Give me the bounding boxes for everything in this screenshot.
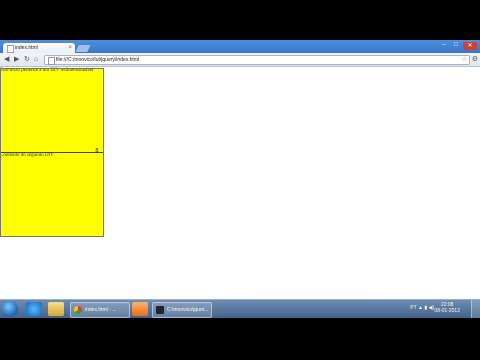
bookmark-star-icon[interactable]: ☆ (462, 56, 467, 64)
explorer-folder-icon[interactable] (48, 302, 64, 316)
reload-icon[interactable]: ↻ (24, 55, 30, 64)
back-icon[interactable]: ◀ (4, 55, 9, 64)
resizable-div: Este texto pertence a um DIV redimension… (0, 68, 104, 152)
home-icon[interactable]: ⌂ (34, 55, 38, 64)
browser-tab[interactable]: index.html × (3, 43, 75, 53)
clock-date: 08-01-2012 (434, 308, 460, 314)
tray-icons[interactable]: PT ▲ ▮ ◀) (410, 305, 434, 311)
minimize-icon[interactable]: – (443, 42, 446, 48)
taskbar-chrome-button[interactable]: index.html - ... (70, 302, 130, 318)
tab-title: index.html (15, 45, 38, 51)
page-content: Este texto pertence a um DIV redimension… (0, 67, 480, 299)
media-player-icon[interactable] (132, 302, 148, 316)
div2-text: Conteúdo do segundo DIV (0, 153, 54, 158)
clock[interactable]: 22:08 08-01-2012 (434, 302, 460, 314)
page-icon (7, 45, 14, 53)
div1-text: Este texto pertence a um DIV redimension… (0, 68, 94, 73)
page-icon (48, 57, 55, 65)
browser-toolbar: ◀ ▶ ↻ ⌂ file:///C:/moovico/tut/jquery/in… (0, 53, 480, 67)
taskbar-cmd-button[interactable]: C:\moovico\jquer... (152, 302, 212, 318)
internet-explorer-icon[interactable] (26, 302, 42, 316)
tab-close-icon[interactable]: × (68, 43, 72, 53)
new-tab-button[interactable] (75, 45, 91, 52)
second-div: Conteúdo do segundo DIV (0, 153, 104, 237)
show-desktop-button[interactable] (471, 300, 480, 318)
address-bar[interactable]: file:///C:/moovico/tut/jquery/index.html… (44, 55, 470, 65)
forward-icon[interactable]: ▶ (14, 55, 19, 64)
screen: index.html × – □ ✕ ◀ ▶ ↻ ⌂ file:///C:/mo… (0, 40, 480, 318)
start-button[interactable] (2, 301, 18, 317)
wrench-menu-icon[interactable]: ⚙ (472, 55, 478, 63)
url-text: file:///C:/moovico/tut/jquery/index.html (56, 57, 140, 63)
close-window-icon[interactable]: ✕ (463, 42, 477, 50)
taskbar: index.html - ... C:\moovico\jquer... PT … (0, 299, 480, 318)
folder-window-icon (156, 306, 164, 314)
chrome-icon (74, 306, 82, 314)
lang-indicator[interactable]: PT (410, 305, 416, 311)
maximize-icon[interactable]: □ (454, 42, 458, 48)
browser-tab-strip: index.html × – □ ✕ (0, 40, 480, 53)
